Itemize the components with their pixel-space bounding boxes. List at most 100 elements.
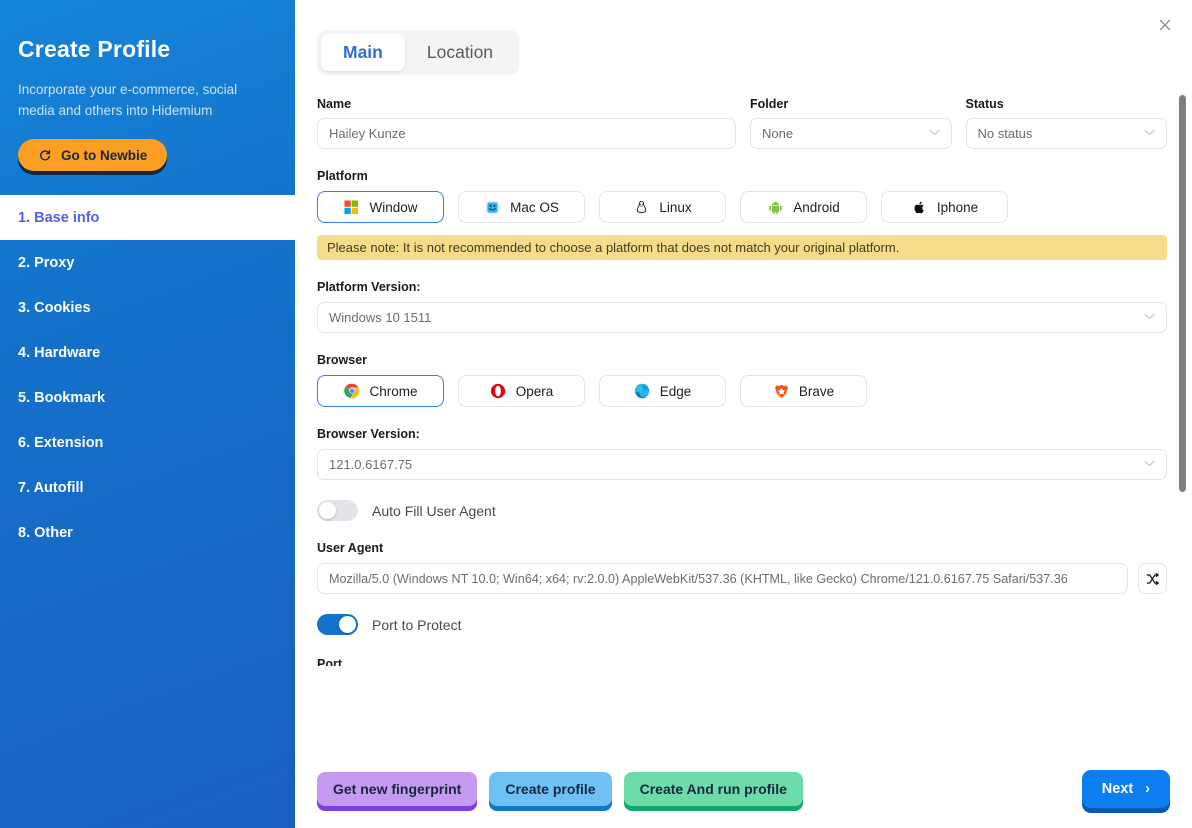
sidebar-item-bookmark[interactable]: 5. Bookmark	[0, 375, 295, 420]
form-content: Main Location Name Hailey Kunze Folder N…	[295, 0, 1192, 666]
platform-chip-row: Window Mac OS Linux Android Iphone	[317, 191, 1167, 223]
platform-option-macos[interactable]: Mac OS	[458, 191, 585, 223]
sidebar: Create Profile Incorporate your e-commer…	[0, 0, 295, 828]
footer-actions: Get new fingerprint Create profile Creat…	[317, 772, 803, 806]
folder-value: None	[761, 126, 794, 141]
platform-note: Please note: It is not recommended to ch…	[317, 235, 1167, 260]
folder-label: Folder	[749, 97, 789, 111]
newbie-button-wrap: Go to Newbie	[0, 139, 295, 171]
main-panel: Main Location Name Hailey Kunze Folder N…	[295, 0, 1192, 828]
sidebar-subtitle: Incorporate your e-commerce, social medi…	[18, 82, 238, 118]
android-icon	[767, 199, 784, 216]
user-agent-row: Mozilla/5.0 (Windows NT 10.0; Win64; x64…	[317, 563, 1167, 594]
shuffle-icon[interactable]	[1138, 563, 1167, 594]
status-value: No status	[977, 126, 1033, 141]
folder-select[interactable]: None	[749, 118, 952, 149]
sidebar-item-label: 3. Cookies	[18, 299, 91, 316]
platform-option-window[interactable]: Window	[317, 191, 444, 223]
chevron-down-icon	[1144, 459, 1155, 470]
create-profile-dialog: Create Profile Incorporate your e-commer…	[0, 0, 1192, 828]
sidebar-item-base-info[interactable]: 1. Base info	[0, 195, 295, 240]
platform-option-label: Mac OS	[510, 199, 559, 215]
toggle-knob	[339, 616, 356, 633]
browser-version-select[interactable]: 121.0.6167.75	[317, 449, 1167, 480]
opera-icon	[490, 383, 507, 400]
tab-main[interactable]: Main	[321, 34, 405, 71]
sidebar-item-proxy[interactable]: 2. Proxy	[0, 240, 295, 285]
platform-version-value: Windows 10 1511	[329, 310, 432, 325]
go-to-newbie-button[interactable]: Go to Newbie	[18, 139, 168, 171]
chrome-icon	[343, 383, 360, 400]
vertical-scrollbar[interactable]	[1179, 95, 1186, 492]
browser-option-label: Opera	[515, 383, 554, 399]
next-button[interactable]: Next ›	[1081, 770, 1170, 808]
platform-option-label: Window	[369, 199, 418, 215]
edge-icon	[634, 383, 651, 400]
browser-option-edge[interactable]: Edge	[599, 375, 726, 407]
name-input[interactable]: Hailey Kunze	[317, 118, 736, 149]
sidebar-nav: 1. Base info 2. Proxy 3. Cookies 4. Hard…	[0, 195, 295, 555]
port-to-protect-row: Port to Protect	[317, 614, 1167, 635]
sidebar-item-cookies[interactable]: 3. Cookies	[0, 285, 295, 330]
linux-icon	[633, 199, 650, 216]
create-and-run-profile-button[interactable]: Create And run profile	[623, 772, 803, 806]
sidebar-item-hardware[interactable]: 4. Hardware	[0, 330, 295, 375]
next-label: Next	[1101, 781, 1134, 797]
sidebar-item-autofill[interactable]: 7. Autofill	[0, 465, 295, 510]
tab-bar: Main Location	[317, 30, 520, 75]
status-label: Status	[965, 97, 1004, 111]
name-field-group: Name Hailey Kunze	[317, 97, 736, 149]
browser-option-opera[interactable]: Opera	[458, 375, 585, 407]
browser-chip-row: Chrome Opera Edge Brave	[317, 375, 1167, 407]
footer-bar: Get new fingerprint Create profile Creat…	[295, 750, 1192, 828]
platform-option-linux[interactable]: Linux	[599, 191, 726, 223]
platform-label: Platform	[317, 169, 368, 183]
sidebar-item-extension[interactable]: 6. Extension	[0, 420, 295, 465]
sidebar-item-label: 2. Proxy	[18, 254, 75, 271]
create-profile-button[interactable]: Create profile	[489, 772, 612, 806]
page-title: Create Profile	[18, 36, 171, 62]
status-select[interactable]: No status	[965, 118, 1168, 149]
browser-option-label: Chrome	[369, 383, 418, 399]
windows-icon	[343, 199, 360, 216]
platform-group: Platform Window Mac OS Linux Android Iph…	[317, 169, 1167, 223]
get-new-fingerprint-button[interactable]: Get new fingerprint	[317, 772, 478, 806]
status-field-group: Status No status	[965, 97, 1168, 149]
user-agent-label: User Agent	[317, 541, 384, 555]
platform-option-label: Iphone	[936, 199, 979, 215]
chevron-down-icon	[1144, 312, 1155, 323]
sidebar-item-label: 1. Base info	[18, 209, 100, 226]
browser-version-group: Browser Version: 121.0.6167.75	[317, 427, 1167, 480]
refresh-icon	[38, 148, 52, 162]
sidebar-item-label: 6. Extension	[18, 434, 104, 451]
browser-version-label: Browser Version:	[317, 427, 420, 441]
browser-option-brave[interactable]: Brave	[740, 375, 867, 407]
platform-version-group: Platform Version: Windows 10 1511	[317, 280, 1167, 333]
port-label-partial: Port	[317, 657, 342, 666]
go-to-newbie-label: Go to Newbie	[61, 147, 148, 163]
browser-group: Browser Chrome Opera Edge Brave	[317, 353, 1167, 407]
port-to-protect-toggle[interactable]	[317, 614, 358, 635]
toggle-knob	[319, 502, 336, 519]
tab-location[interactable]: Location	[405, 34, 515, 71]
platform-option-label: Android	[793, 199, 840, 215]
platform-option-label: Linux	[659, 199, 692, 215]
sidebar-item-other[interactable]: 8. Other	[0, 510, 295, 555]
sidebar-item-label: 8. Other	[18, 524, 73, 541]
platform-option-iphone[interactable]: Iphone	[881, 191, 1008, 223]
platform-option-android[interactable]: Android	[740, 191, 867, 223]
platform-version-select[interactable]: Windows 10 1511	[317, 302, 1167, 333]
chevron-down-icon	[1144, 128, 1155, 139]
port-to-protect-label: Port to Protect	[372, 616, 462, 633]
macos-icon	[484, 199, 501, 216]
user-agent-input[interactable]: Mozilla/5.0 (Windows NT 10.0; Win64; x64…	[317, 563, 1128, 594]
browser-version-value: 121.0.6167.75	[329, 457, 413, 472]
browser-option-label: Edge	[659, 383, 692, 399]
browser-option-chrome[interactable]: Chrome	[317, 375, 444, 407]
name-label: Name	[317, 97, 352, 111]
sidebar-item-label: 5. Bookmark	[18, 389, 106, 406]
sidebar-item-label: 7. Autofill	[18, 479, 84, 496]
auto-fill-user-agent-toggle[interactable]	[317, 500, 358, 521]
platform-version-label: Platform Version:	[317, 280, 421, 294]
brave-icon	[773, 383, 790, 400]
